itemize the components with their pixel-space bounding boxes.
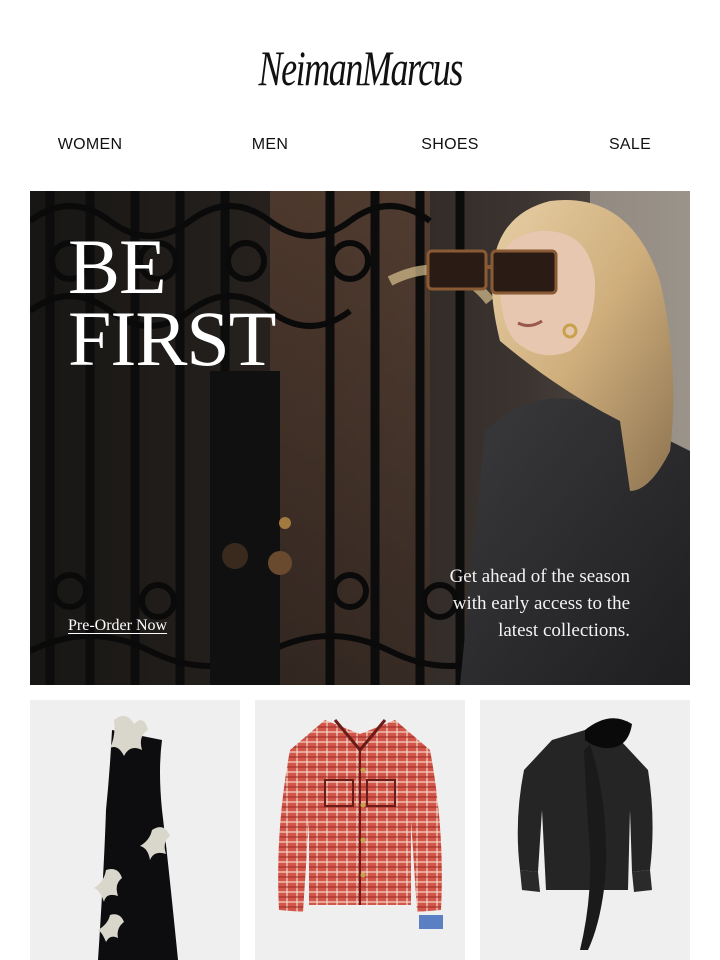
brand-logo: NeimanMarcus	[258, 40, 463, 96]
category-nav: WOMEN MEN SHOES SALE	[0, 136, 720, 156]
product-card-jacket[interactable]	[255, 700, 465, 960]
logo-link[interactable]: NeimanMarcus	[0, 28, 720, 108]
nav-item-women[interactable]: WOMEN	[58, 136, 123, 154]
hero-description-line-2: with early access to the	[452, 593, 630, 614]
nav-item-men[interactable]: MEN	[252, 136, 288, 154]
hero-headline-line-1: BE	[68, 223, 167, 310]
black-bow-blouse-icon	[517, 718, 653, 950]
black-embellished-gown-icon	[94, 715, 178, 960]
nav-item-sale[interactable]: SALE	[609, 136, 651, 154]
hero-banner[interactable]: BE FIRST Get ahead of the season with ea…	[30, 191, 690, 685]
product-card-gown[interactable]	[30, 700, 240, 960]
red-plaid-jacket-icon	[278, 719, 443, 929]
nav-item-shoes[interactable]: SHOES	[421, 136, 479, 154]
pre-order-link[interactable]: Pre-Order Now	[68, 617, 167, 635]
hero-description-line-3: latest collections.	[498, 620, 630, 641]
hero-description: Get ahead of the season with early acces…	[370, 563, 630, 644]
hero-headline-line-2: FIRST	[68, 295, 276, 382]
hero-headline: BE FIRST	[68, 223, 276, 382]
hero-description-line-1: Get ahead of the season	[449, 566, 630, 587]
product-grid	[30, 700, 690, 960]
product-card-blouse[interactable]	[480, 700, 690, 960]
